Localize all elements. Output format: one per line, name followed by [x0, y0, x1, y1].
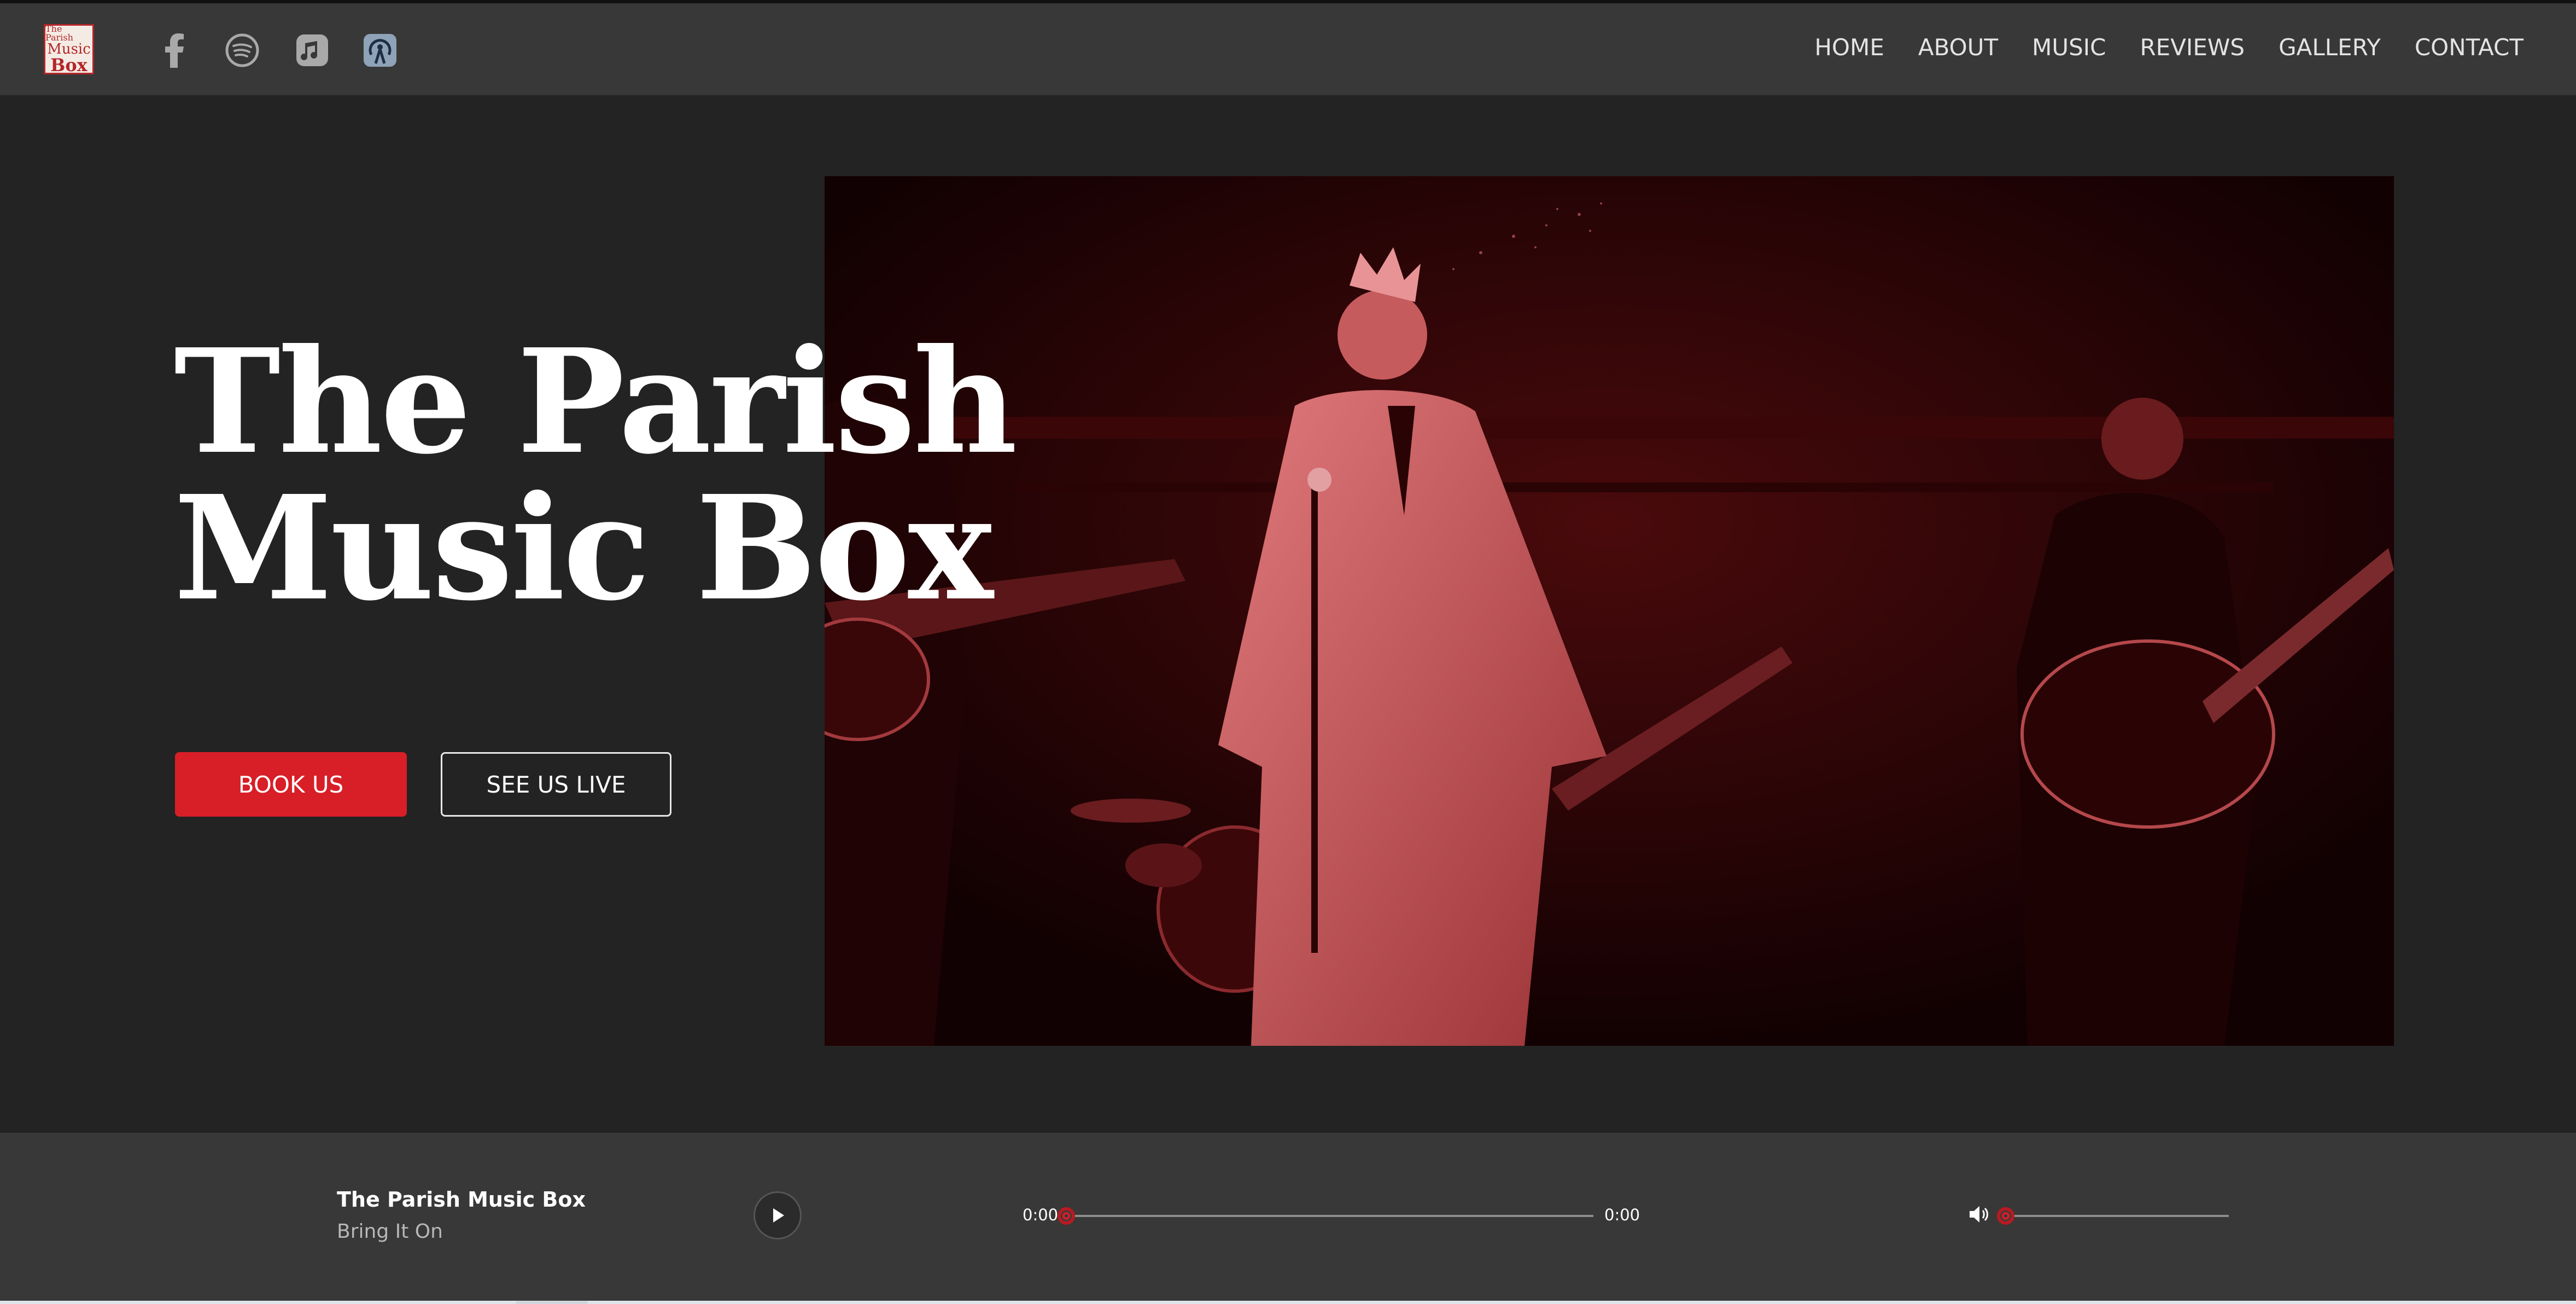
play-icon: [773, 1208, 784, 1222]
nav-reviews[interactable]: REVIEWS: [2140, 34, 2245, 61]
band-logo[interactable]: The Parish Music Box: [44, 24, 94, 74]
current-time: 0:00: [1023, 1206, 1059, 1224]
logo-text-line1: The Parish: [45, 24, 73, 43]
play-button[interactable]: [753, 1191, 802, 1239]
scrollbar-thumb[interactable]: [516, 1301, 587, 1304]
apple-music-icon[interactable]: [293, 31, 332, 70]
see-us-live-button[interactable]: SEE US LIVE: [441, 752, 671, 817]
progress-track[interactable]: [1066, 1215, 1593, 1217]
spotify-icon[interactable]: [223, 31, 262, 70]
nav-gallery[interactable]: GALLERY: [2279, 34, 2381, 61]
nav-contact[interactable]: CONTACT: [2415, 34, 2524, 61]
volume-icon[interactable]: [1967, 1203, 1990, 1226]
nav-home[interactable]: HOME: [1814, 34, 1884, 61]
track-title: The Parish Music Box: [337, 1187, 586, 1212]
bottom-scrollbar: [0, 1301, 2576, 1304]
site-header: The Parish Music Box HOME ABOUT MUSIC RE…: [0, 3, 2576, 95]
hero-title-line2: Music Box: [174, 464, 994, 632]
track-subtitle: Bring It On: [337, 1220, 443, 1243]
nav-about[interactable]: ABOUT: [1918, 34, 1998, 61]
volume-knob[interactable]: [1997, 1207, 2014, 1225]
progress-knob[interactable]: [1058, 1207, 1075, 1225]
main-nav: HOME ABOUT MUSIC REVIEWS GALLERY CONTACT: [1814, 34, 2524, 61]
band-live-photo: [825, 176, 2394, 1046]
hero-title-line1: The Parish: [174, 317, 1018, 486]
facebook-icon[interactable]: [155, 31, 194, 70]
logo-text-line3: Box: [50, 55, 87, 75]
podcast-icon[interactable]: [360, 31, 400, 70]
audio-player: The Parish Music Box Bring It On 0:00 0:…: [0, 1133, 2576, 1301]
volume-track[interactable]: [2006, 1215, 2229, 1217]
duration-time: 0:00: [1604, 1206, 1640, 1224]
book-us-button[interactable]: BOOK US: [175, 752, 407, 817]
hero-title: The Parish Music Box: [174, 317, 1018, 632]
nav-music[interactable]: MUSIC: [2032, 34, 2106, 61]
